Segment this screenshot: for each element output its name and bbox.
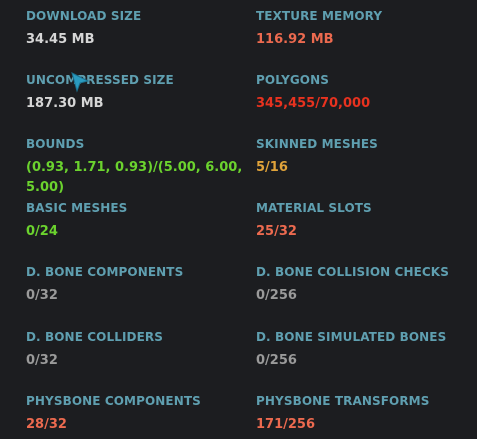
stat-uncompressed-size: UNCOMPRESSED SIZE 187.30 MB xyxy=(26,72,251,114)
stat-dbone-simulated-bones: D. BONE SIMULATED BONES 0/256 xyxy=(256,329,471,371)
stat-download-size: DOWNLOAD SIZE 34.45 MB xyxy=(26,8,251,50)
stat-basic-meshes: BASIC MESHES 0/24 xyxy=(26,200,251,242)
stat-value: 0/24 xyxy=(26,224,58,239)
stat-value: 25/32 xyxy=(256,224,297,239)
stat-value: 187.30 MB xyxy=(26,96,104,111)
stat-bounds: BOUNDS (0.93, 1.71, 0.93)/(5.00, 6.00, 5… xyxy=(26,136,251,198)
stat-label: POLYGONS xyxy=(256,73,329,87)
stat-value: (0.93, 1.71, 0.93)/(5.00, 6.00, 5.00) xyxy=(26,160,243,195)
stat-physbone-components: PHYSBONE COMPONENTS 28/32 xyxy=(26,393,251,435)
stat-label: DOWNLOAD SIZE xyxy=(26,9,142,23)
stat-label: MATERIAL SLOTS xyxy=(256,201,372,215)
stat-label: D. BONE COLLIDERS xyxy=(26,330,163,344)
stat-label: D. BONE COLLISION CHECKS xyxy=(256,265,449,279)
stat-value: 345,455/70,000 xyxy=(256,96,371,111)
stat-skinned-meshes: SKINNED MESHES 5/16 xyxy=(256,136,471,178)
avatar-stats-panel: DOWNLOAD SIZE 34.45 MB TEXTURE MEMORY 11… xyxy=(0,0,477,439)
stat-label: UNCOMPRESSED SIZE xyxy=(26,73,174,87)
stat-material-slots: MATERIAL SLOTS 25/32 xyxy=(256,200,471,242)
stat-value: 171/256 xyxy=(256,417,316,432)
stat-value: 0/32 xyxy=(26,353,58,368)
stat-value: 0/256 xyxy=(256,288,297,303)
stat-label: BASIC MESHES xyxy=(26,201,128,215)
stat-label: BOUNDS xyxy=(26,137,85,151)
stat-value: 116.92 MB xyxy=(256,32,334,47)
stat-dbone-collision-checks: D. BONE COLLISION CHECKS 0/256 xyxy=(256,264,471,306)
stat-physbone-transforms: PHYSBONE TRANSFORMS 171/256 xyxy=(256,393,471,435)
stat-label: TEXTURE MEMORY xyxy=(256,9,383,23)
stat-value: 34.45 MB xyxy=(26,32,95,47)
stat-value: 5/16 xyxy=(256,160,288,175)
stat-polygons: POLYGONS 345,455/70,000 xyxy=(256,72,471,114)
stat-value: 0/256 xyxy=(256,353,297,368)
stat-texture-memory: TEXTURE MEMORY 116.92 MB xyxy=(256,8,471,50)
stat-label: PHYSBONE COMPONENTS xyxy=(26,394,201,408)
stat-dbone-colliders: D. BONE COLLIDERS 0/32 xyxy=(26,329,251,371)
stat-label: PHYSBONE TRANSFORMS xyxy=(256,394,430,408)
stat-label: D. BONE SIMULATED BONES xyxy=(256,330,447,344)
stat-value: 0/32 xyxy=(26,288,58,303)
stat-label: SKINNED MESHES xyxy=(256,137,378,151)
stat-label: D. BONE COMPONENTS xyxy=(26,265,184,279)
stat-dbone-components: D. BONE COMPONENTS 0/32 xyxy=(26,264,251,306)
mouse-pointer-icon xyxy=(71,72,90,93)
stat-value: 28/32 xyxy=(26,417,67,432)
